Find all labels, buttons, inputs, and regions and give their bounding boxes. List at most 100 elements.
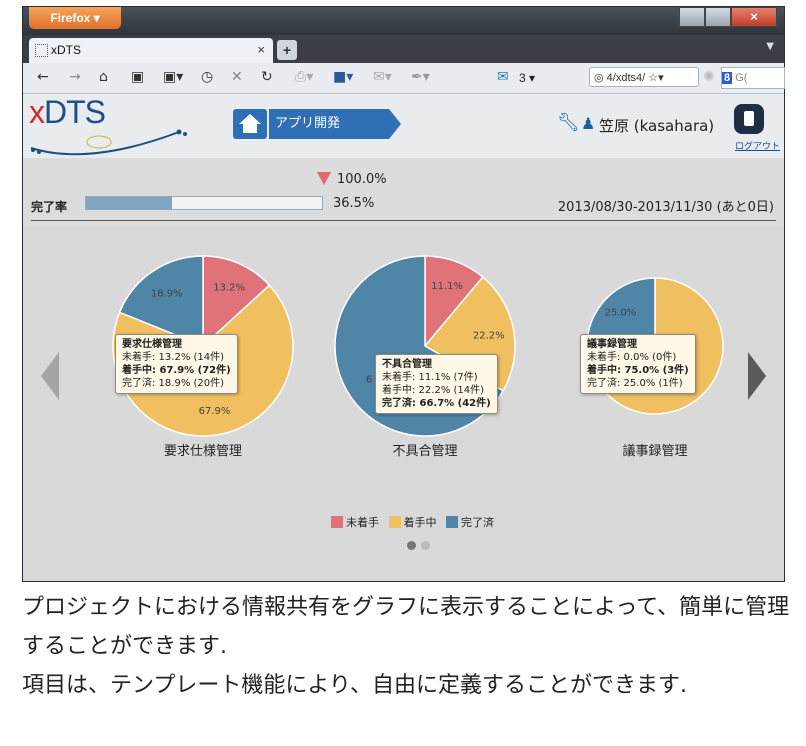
legend-label: 着手中: [403, 516, 437, 529]
bookmark-star-icon[interactable]: ☆▾: [648, 72, 663, 84]
forward-icon[interactable]: →: [69, 69, 81, 85]
legend-item-not-started: 未着手: [331, 516, 379, 529]
title-bar: Firefox ▾ ×: [23, 7, 784, 35]
addon-icon[interactable]: ✉▾: [373, 69, 392, 85]
legend-item-in-progress: 着手中: [388, 516, 437, 529]
page-content: xDTS アプリ開発 🔧︎ ♟ 笠原 (kasahara) ログアウト 100.…: [23, 94, 784, 581]
slice-label: 25.0%: [604, 307, 636, 318]
legend-swatch: [388, 516, 401, 528]
maximize-button[interactable]: [705, 7, 731, 27]
breadcrumb: アプリ開発: [233, 109, 401, 139]
google-icon: 8: [722, 72, 733, 84]
period-text: 2013/08/30-2013/11/30 (あと0日): [557, 200, 774, 215]
browser-window: Firefox ▾ × xDTS × + ▼ ← → ⌂ ▣ ▣▾ ◷ ✕ ↻ …: [22, 6, 785, 582]
completion-label: 完了率: [31, 200, 68, 214]
wrench-icon[interactable]: 🔧︎: [557, 112, 580, 133]
tab-close-icon[interactable]: ×: [257, 42, 265, 57]
nav-toolbar: ← → ⌂ ▣ ▣▾ ◷ ✕ ↻ ⎙▾ ■▾ ✉▾ ✒▾ ✉ 3 ▾ ◎ 4/x…: [23, 63, 785, 94]
app-header: xDTS アプリ開発 🔧︎ ♟ 笠原 (kasahara) ログアウト: [23, 94, 784, 158]
house-icon: [239, 114, 261, 133]
mail-icon[interactable]: ✉: [497, 69, 509, 85]
tooltip-line: 着手中: 22.2% (14件): [382, 385, 485, 396]
bookmarks-menu-icon[interactable]: ▣▾: [163, 69, 183, 85]
search-box[interactable]: 8 G(: [721, 67, 785, 89]
tab-xdts[interactable]: xDTS ×: [29, 38, 273, 63]
new-tab-button[interactable]: +: [277, 40, 297, 60]
legend-swatch: [446, 516, 458, 528]
logo-rest: DTS: [44, 94, 106, 130]
tooltip-title: 要求仕様管理: [122, 339, 182, 350]
chart-title: 要求仕様管理: [163, 444, 242, 459]
completion-bar-fill: [86, 197, 173, 209]
caption-line-2: 項目は、テンプレート機能により、自由に定義することができます.: [22, 673, 688, 698]
home-button[interactable]: [233, 109, 267, 139]
logo-x: x: [29, 94, 45, 130]
tooltip-line: 完了済: 25.0% (1件): [587, 378, 683, 389]
tooltip-line: 未着手: 0.0% (0件): [587, 352, 677, 363]
home-icon[interactable]: ⌂: [99, 69, 108, 85]
legend-label: 完了済: [461, 516, 494, 529]
url-bar[interactable]: ◎ 4/xdts4/ ☆▾: [589, 67, 699, 87]
url-text: 4/xdts4/: [606, 72, 646, 84]
current-percent: 36.5%: [333, 196, 375, 211]
globe-icon: ◎: [594, 72, 607, 84]
print-icon[interactable]: ⎙▾: [295, 69, 313, 85]
close-window-button[interactable]: ×: [731, 7, 777, 27]
completion-bar: [85, 196, 323, 210]
logo-swoosh: [30, 129, 187, 156]
progress-area: 100.0% 完了率 36.5% 2013/08/30-2013/11/30 (…: [23, 158, 784, 222]
legend-swatch: [331, 516, 343, 528]
caption-line-1: プロジェクトにおける情報共有をグラフに表示することによって、簡単に管理することが…: [22, 595, 790, 659]
legend: 未着手 着手中 完了済: [331, 514, 500, 530]
slice-label: 22.2%: [473, 331, 505, 342]
target-percent: 100.0%: [337, 172, 387, 187]
slice-label: 13.2%: [213, 283, 245, 294]
reload-icon[interactable]: ↻: [261, 69, 273, 85]
save-icon[interactable]: ■▾: [333, 69, 353, 85]
chart-title: 議事録管理: [622, 444, 688, 459]
xdts-logo: xDTS: [29, 94, 187, 156]
breadcrumb-arrow: [389, 109, 401, 139]
tooltip-title: 不具合管理: [382, 359, 432, 370]
tab-strip: xDTS × + ▼: [23, 35, 784, 63]
loading-icon: ✺: [703, 69, 715, 85]
mail-count[interactable]: 3 ▾: [519, 71, 535, 85]
caption: プロジェクトにおける情報共有をグラフに表示することによって、簡単に管理することが…: [22, 588, 792, 705]
tab-list-icon[interactable]: ▼: [766, 41, 774, 52]
charts-area: 13.2% 67.9% 18.9% 11.1% 22.2% 6 25.0% 未着手 着手中 …: [23, 226, 784, 581]
tooltip-line: 未着手: 11.1% (7件): [382, 372, 478, 383]
breadcrumb-project[interactable]: アプリ開発: [269, 109, 389, 139]
slice-label: 18.9%: [151, 288, 183, 299]
chart-title: 不具合管理: [392, 444, 458, 459]
slice-label: 67.9%: [199, 406, 231, 417]
history-icon[interactable]: ◷: [201, 69, 213, 85]
page-icon: [35, 44, 48, 57]
minimize-button[interactable]: [679, 7, 705, 27]
chart-tooltip: 不具合管理 未着手: 11.1% (7件) 着手中: 22.2% (14件) 完了済:…: [375, 354, 498, 414]
logout-link[interactable]: ログアウト: [735, 139, 780, 152]
back-icon[interactable]: ←: [37, 69, 49, 85]
tooltip-line: 未着手: 13.2% (14件): [122, 352, 225, 363]
pin-icon[interactable]: ✒▾: [411, 69, 430, 85]
carousel-dots: [407, 535, 435, 554]
firefox-menu-button[interactable]: Firefox ▾: [29, 7, 121, 29]
bookmarks-icon[interactable]: ▣: [131, 69, 144, 85]
tooltip-line: 着手中: 67.9% (72件): [122, 365, 231, 376]
logout-icon[interactable]: [734, 104, 764, 134]
target-marker-icon: [317, 172, 331, 185]
carousel-dot[interactable]: [421, 541, 430, 550]
tooltip-line: 着手中: 75.0% (3件): [587, 365, 689, 376]
search-placeholder: G(: [735, 72, 748, 84]
legend-item-done: 完了済: [446, 516, 494, 529]
tooltip-title: 議事録管理: [587, 339, 637, 350]
user-icon: ♟: [581, 114, 596, 133]
tab-title: xDTS: [51, 43, 81, 57]
legend-label: 未着手: [346, 516, 379, 529]
chart-tooltip: 要求仕様管理 未着手: 13.2% (14件) 着手中: 67.9% (72件) 完了…: [115, 334, 238, 394]
carousel-dot-active[interactable]: [407, 541, 416, 550]
divider: [31, 220, 776, 221]
slice-label: 11.1%: [431, 281, 463, 292]
slice-label: 6: [366, 374, 372, 385]
user-name: 笠原 (kasahara): [599, 117, 715, 135]
stop-icon[interactable]: ✕: [231, 69, 243, 85]
